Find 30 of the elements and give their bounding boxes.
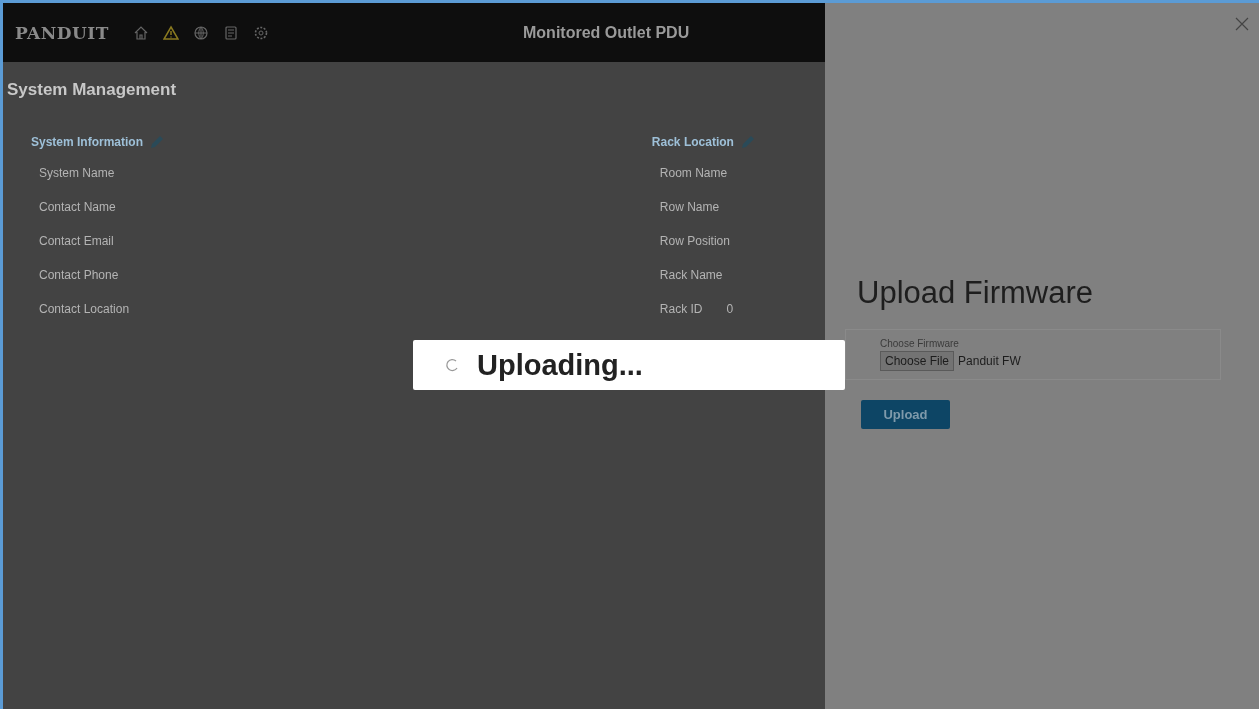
field-label: Contact Location [39, 302, 130, 316]
field-label: Row Position [659, 234, 730, 248]
field-label: Row Name [659, 200, 720, 214]
home-icon[interactable] [132, 24, 149, 41]
brand-logo: PANDUIT [15, 22, 109, 43]
close-icon[interactable] [1235, 17, 1249, 31]
warning-icon[interactable] [162, 24, 179, 41]
file-name: Panduit FW [958, 354, 1021, 368]
loading-message: Uploading... [477, 348, 643, 382]
panel-title: Upload Firmware [857, 275, 1094, 311]
field-label: Contact Phone [39, 268, 119, 282]
section-title: Rack Location [651, 135, 734, 149]
globe-icon[interactable] [192, 24, 209, 41]
document-icon[interactable] [222, 24, 239, 41]
settings-icon[interactable] [252, 24, 269, 41]
field-label: Room Name [659, 166, 728, 180]
field-label: System Name [39, 166, 115, 180]
spinner-icon [445, 358, 459, 372]
field-label: Contact Email [39, 234, 114, 248]
page-title: System Management [7, 80, 178, 100]
field-label: Rack Name [659, 268, 723, 282]
file-field[interactable]: Choose Firmware Choose File Panduit FW [845, 329, 1221, 380]
upload-button[interactable]: Upload [861, 400, 950, 429]
choose-file-button[interactable]: Choose File [880, 351, 955, 371]
field-label: Contact Name [39, 200, 116, 214]
field-label: Choose Firmware [880, 338, 960, 349]
app-title: Monitored Outlet PDU [523, 23, 690, 42]
field-label: Rack ID [659, 302, 703, 316]
section-title: System Information [31, 135, 144, 149]
field-value: 0 [726, 302, 734, 316]
